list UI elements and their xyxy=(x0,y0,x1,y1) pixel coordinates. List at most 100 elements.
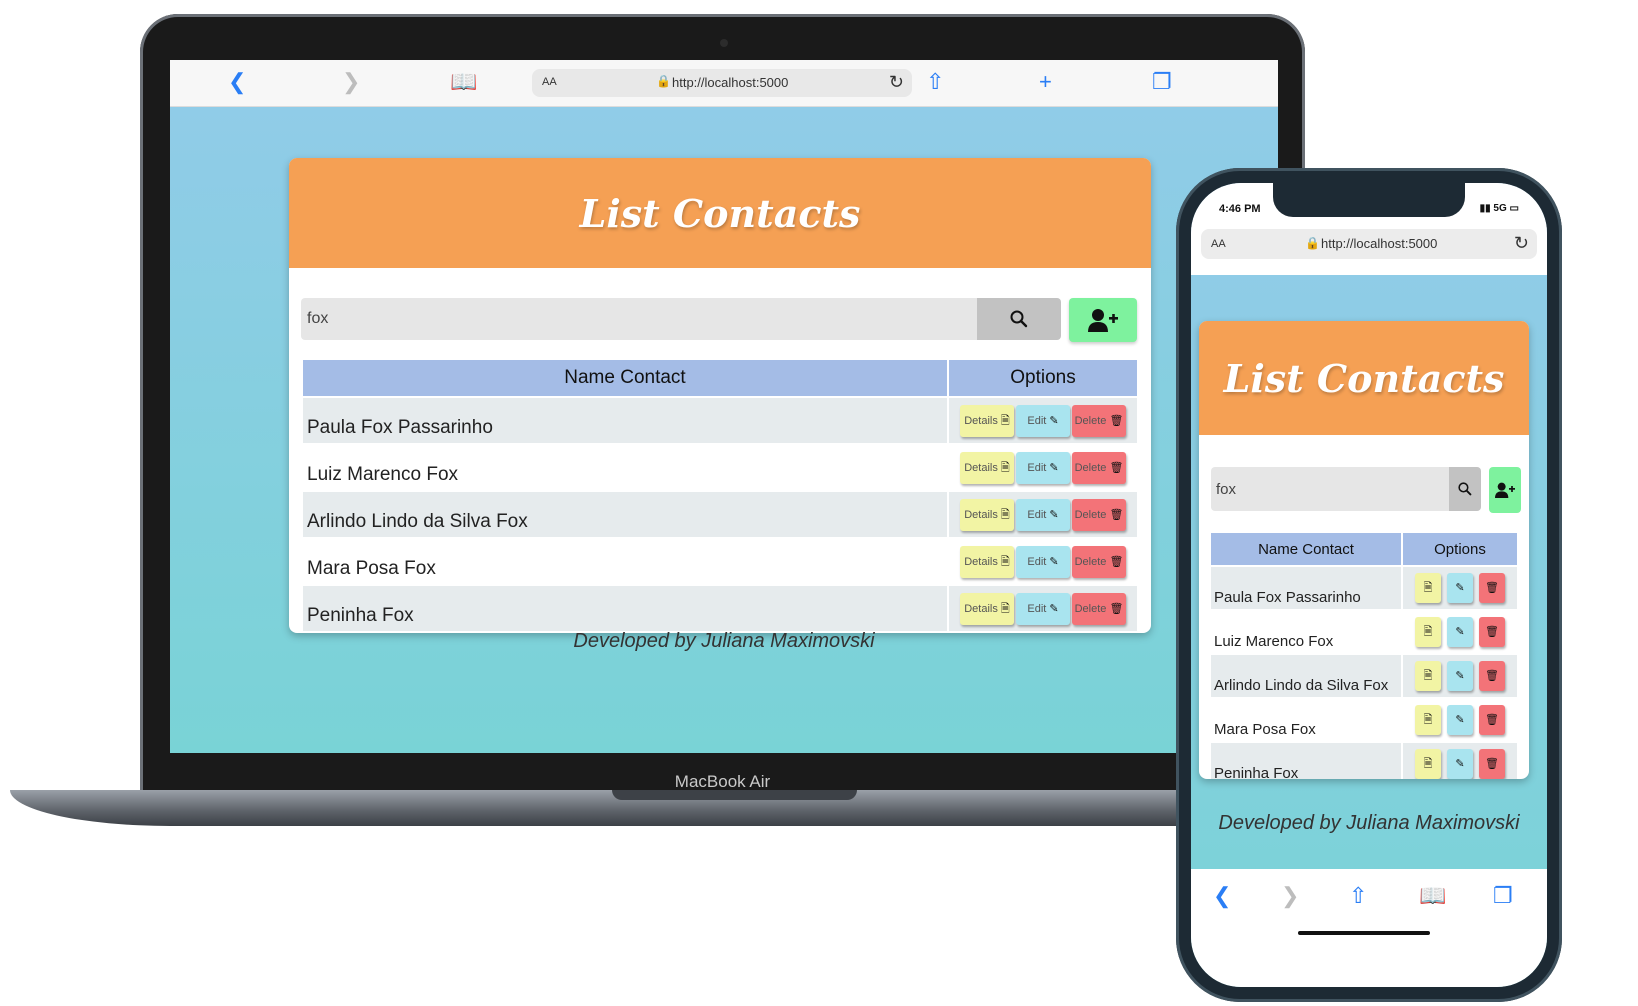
mobile-address-area: AA 🔒 http://localhost:5000 ↻ xyxy=(1191,227,1547,275)
details-button[interactable]: Details 🗎 xyxy=(960,545,1014,578)
contact-name: Mara Posa Fox xyxy=(303,539,947,584)
tabs-icon[interactable]: ❐ xyxy=(1493,883,1513,909)
delete-button[interactable]: 🗑 xyxy=(1479,749,1505,779)
details-button[interactable]: 🗎 xyxy=(1415,573,1441,603)
contacts-table: Name Contact Options Paula Fox Passarinh… xyxy=(301,358,1139,633)
delete-label: Delete xyxy=(1074,461,1107,474)
details-button[interactable]: 🗎 xyxy=(1415,749,1441,779)
status-signal: ▮▮ 5G ▭ xyxy=(1479,203,1519,214)
pencil-icon: ✎ xyxy=(1049,555,1059,568)
edit-button[interactable]: Edit ✎ xyxy=(1016,404,1070,437)
delete-button[interactable]: 🗑 xyxy=(1479,573,1505,603)
details-button[interactable]: Details 🗎 xyxy=(960,451,1014,484)
delete-label: Delete xyxy=(1074,414,1107,427)
tabs-icon[interactable]: ❐ xyxy=(1152,71,1172,93)
document-icon: 🗎 xyxy=(1423,582,1433,594)
delete-button[interactable]: Delete 🗑 xyxy=(1072,592,1126,625)
forward-icon[interactable]: ❯ xyxy=(342,71,360,93)
details-button[interactable]: 🗎 xyxy=(1415,705,1441,735)
add-user-icon xyxy=(1088,309,1118,332)
delete-button[interactable]: 🗑 xyxy=(1479,617,1505,647)
edit-button[interactable]: ✎ xyxy=(1447,573,1473,603)
delete-button[interactable]: Delete 🗑 xyxy=(1072,545,1126,578)
table-row: Paula Fox Passarinho 🗎 ✎ 🗑 xyxy=(1211,567,1517,609)
trash-icon: 🗑 xyxy=(1485,758,1499,770)
table-row: Mara Posa Fox 🗎 ✎ 🗑 xyxy=(1211,699,1517,741)
edit-button[interactable]: ✎ xyxy=(1447,705,1473,735)
mobile-search-button[interactable] xyxy=(1449,467,1481,511)
contact-name: Paula Fox Passarinho xyxy=(303,398,947,443)
trash-icon: 🗑 xyxy=(1109,555,1124,568)
mobile-add-contact-button[interactable] xyxy=(1489,467,1521,513)
mobile-address-bar[interactable]: AA 🔒 http://localhost:5000 ↻ xyxy=(1201,229,1537,259)
details-button[interactable]: Details 🗎 xyxy=(960,592,1014,625)
reload-icon[interactable]: ↻ xyxy=(1514,233,1529,254)
delete-button[interactable]: 🗑 xyxy=(1479,705,1505,735)
table-row: Paula Fox Passarinho Details 🗎 Edit ✎ Delet… xyxy=(303,398,1137,443)
browser-toolbar: ❮ ❯ 📖 AA 🔒 http://localhost:5000 ↻ ⇧ + ❐ xyxy=(170,60,1278,107)
contact-name: Arlindo Lindo da Silva Fox xyxy=(1211,655,1401,697)
delete-button[interactable]: Delete 🗑 xyxy=(1072,404,1126,437)
back-icon[interactable]: ❮ xyxy=(228,71,246,93)
reload-icon[interactable]: ↻ xyxy=(889,72,904,93)
trash-icon: 🗑 xyxy=(1109,461,1124,474)
details-button[interactable]: Details 🗎 xyxy=(960,404,1014,437)
url-text: http://localhost:5000 xyxy=(1321,236,1438,251)
add-contact-button[interactable] xyxy=(1069,298,1137,342)
column-header-options: Options xyxy=(1403,533,1517,565)
details-button[interactable]: 🗎 xyxy=(1415,617,1441,647)
contact-name: Peninha Fox xyxy=(1211,743,1401,779)
forward-icon[interactable]: ❯ xyxy=(1281,883,1299,909)
details-label: Details xyxy=(964,461,998,474)
table-row: Peninha Fox Details 🗎 Edit ✎ Delete 🗑 xyxy=(303,586,1137,631)
column-header-name: Name Contact xyxy=(303,360,947,396)
share-icon[interactable]: ⇧ xyxy=(1349,883,1367,909)
pencil-icon: ✎ xyxy=(1049,602,1059,615)
document-icon: 🗎 xyxy=(1000,414,1010,427)
contact-name: Luiz Marenco Fox xyxy=(1211,611,1401,653)
document-icon: 🗎 xyxy=(1000,555,1010,568)
row-options: 🗎 ✎ 🗑 xyxy=(1403,611,1517,653)
column-header-options: Options xyxy=(949,360,1137,396)
edit-button[interactable]: Edit ✎ xyxy=(1016,592,1070,625)
edit-button[interactable]: ✎ xyxy=(1447,617,1473,647)
laptop-camera xyxy=(720,39,728,47)
pencil-icon: ✎ xyxy=(1455,714,1465,726)
pencil-icon: ✎ xyxy=(1455,582,1465,594)
edit-label: Edit xyxy=(1027,508,1047,521)
search-button[interactable] xyxy=(977,298,1061,340)
delete-button[interactable]: Delete 🗑 xyxy=(1072,498,1126,531)
delete-button[interactable]: 🗑 xyxy=(1479,661,1505,691)
share-icon[interactable]: ⇧ xyxy=(926,71,944,93)
lock-icon: 🔒 xyxy=(656,74,671,88)
delete-button[interactable]: Delete 🗑 xyxy=(1072,451,1126,484)
new-tab-icon[interactable]: + xyxy=(1039,71,1052,93)
trash-icon: 🗑 xyxy=(1485,626,1499,638)
bookmarks-icon[interactable]: 📖 xyxy=(1419,883,1446,909)
row-options: 🗎 ✎ 🗑 xyxy=(1403,743,1517,779)
document-icon: 🗎 xyxy=(1000,602,1010,615)
mobile-footer-credit: Developed by Juliana Maximovski xyxy=(1218,812,1520,834)
back-icon[interactable]: ❮ xyxy=(1213,883,1231,909)
address-bar[interactable]: AA 🔒 http://localhost:5000 ↻ xyxy=(532,69,912,97)
edit-button[interactable]: ✎ xyxy=(1447,749,1473,779)
search-input[interactable] xyxy=(301,298,977,340)
edit-label: Edit xyxy=(1027,602,1047,615)
edit-button[interactable]: Edit ✎ xyxy=(1016,498,1070,531)
details-button[interactable]: 🗎 xyxy=(1415,661,1441,691)
document-icon: 🗎 xyxy=(1000,461,1010,474)
text-size-button[interactable]: AA xyxy=(542,76,557,88)
edit-button[interactable]: Edit ✎ xyxy=(1016,451,1070,484)
bookmarks-icon[interactable]: 📖 xyxy=(450,71,477,93)
details-button[interactable]: Details 🗎 xyxy=(960,498,1014,531)
edit-button[interactable]: Edit ✎ xyxy=(1016,545,1070,578)
delete-label: Delete xyxy=(1074,602,1107,615)
mobile-search-input[interactable] xyxy=(1211,467,1449,511)
text-size-button[interactable]: AA xyxy=(1211,238,1226,250)
pencil-icon: ✎ xyxy=(1455,626,1465,638)
edit-button[interactable]: ✎ xyxy=(1447,661,1473,691)
laptop-model-label: MacBook Air xyxy=(674,772,771,791)
phone-screen: 4:46 PM ▮▮ 5G ▭ AA 🔒 http://localhost:50… xyxy=(1191,183,1547,987)
search-icon xyxy=(1010,310,1028,328)
home-indicator xyxy=(1298,931,1430,935)
